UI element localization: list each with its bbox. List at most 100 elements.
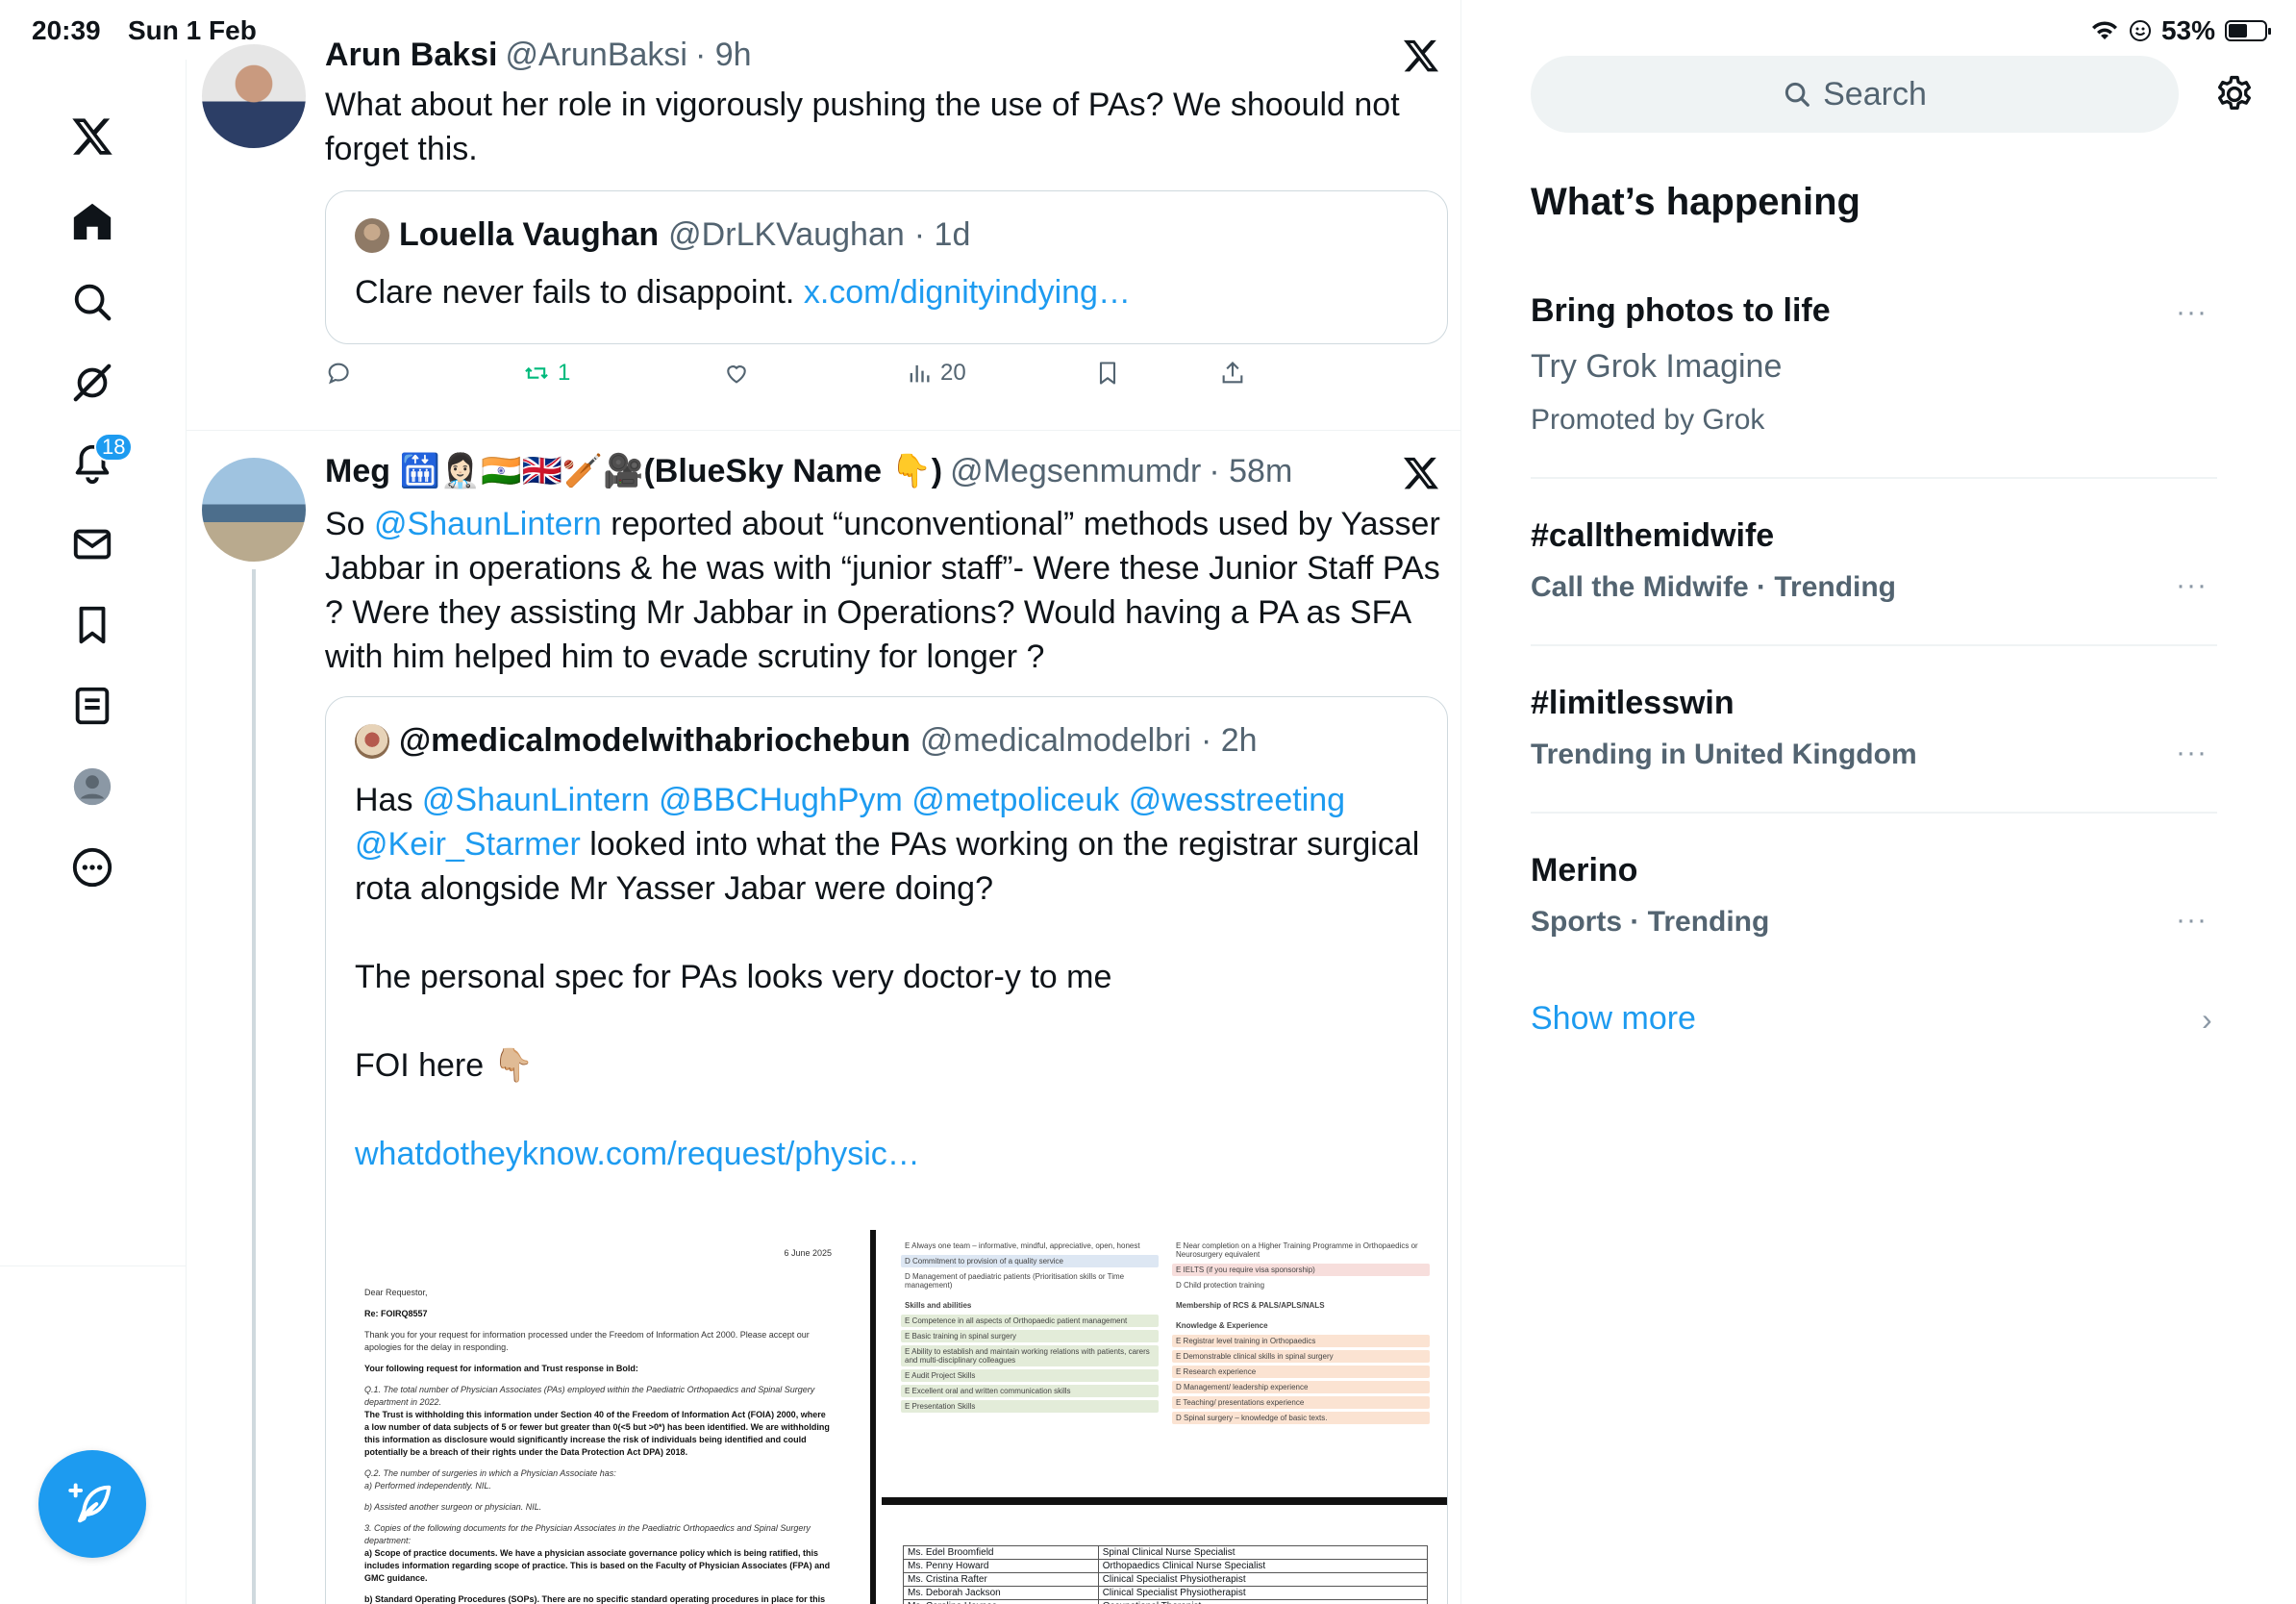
quote-link[interactable]: x.com/dignityindying… bbox=[804, 274, 1131, 311]
reply-button[interactable] bbox=[325, 360, 360, 387]
more-options-icon[interactable]: ··· bbox=[2176, 296, 2208, 329]
mention-link[interactable]: @Keir_Starmer bbox=[355, 826, 581, 863]
views-button[interactable]: 20 bbox=[906, 360, 966, 387]
tweet[interactable]: Meg 🛗👩🏻‍⚕️🇮🇳🇬🇧🏏🎥(BlueSky Name 👇) @Megsen… bbox=[187, 431, 1460, 1604]
spec-row: E Basic training in spinal surgery bbox=[901, 1330, 1159, 1342]
tweet-text-part: So bbox=[325, 506, 375, 542]
chevron-right-icon: › bbox=[2202, 1002, 2212, 1037]
spec-row: D Spinal surgery – knowledge of basic te… bbox=[1172, 1412, 1430, 1424]
gear-icon[interactable] bbox=[2213, 73, 2256, 115]
reply-icon bbox=[328, 363, 349, 385]
search-icon bbox=[1785, 82, 1809, 107]
lists-icon[interactable] bbox=[60, 673, 125, 739]
quote-text: FOI here 👇🏼 bbox=[355, 1047, 534, 1084]
notifications-icon[interactable]: 18 bbox=[60, 431, 134, 496]
avatar[interactable] bbox=[202, 44, 306, 148]
quoted-tweet[interactable]: @medicalmodelwithabriochebun @medicalmod… bbox=[325, 696, 1448, 1604]
table-cell: Orthopaedics Clinical Nurse Specialist bbox=[1097, 1559, 1429, 1573]
search-input[interactable]: Search bbox=[1531, 56, 2179, 133]
staff-table-image[interactable]: Ms. Edel Broomfield Spinal Clinical Nurse… bbox=[882, 1497, 1447, 1604]
share-button[interactable] bbox=[1219, 360, 1246, 387]
search-icon[interactable] bbox=[60, 269, 125, 335]
quoted-tweet[interactable]: Louella Vaughan @DrLKVaughan · 1d Clare … bbox=[325, 190, 1448, 344]
letter-line: Your following request for information a… bbox=[364, 1363, 832, 1375]
x-logo-icon[interactable] bbox=[60, 104, 125, 169]
compose-button[interactable] bbox=[38, 1450, 146, 1558]
letter-date: 6 June 2025 bbox=[784, 1248, 832, 1258]
trend-item[interactable]: Merino Sports · Trending ··· bbox=[1531, 814, 2217, 981]
author-name[interactable]: Meg 🛗👩🏻‍⚕️🇮🇳🇬🇧🏏🎥(BlueSky Name 👇) bbox=[325, 452, 942, 490]
avatar bbox=[355, 723, 389, 759]
foi-letter-image[interactable]: 6 June 2025 Dear Requestor, Re: FOIRQ855… bbox=[326, 1230, 876, 1604]
spec-column-right: E Near completion on a Higher Training P… bbox=[1172, 1240, 1430, 1427]
author-handle[interactable]: @Megsenmumdr bbox=[950, 453, 1201, 490]
more-icon[interactable] bbox=[60, 835, 125, 900]
letter-line: b) Standard Operating Procedures (SOPs).… bbox=[364, 1593, 832, 1604]
right-sidebar: Search What’s happening Bring photos to … bbox=[1461, 0, 2296, 1604]
author-handle: @DrLKVaughan bbox=[668, 216, 905, 253]
letter-line: b) Assisted another surgeon or physician… bbox=[364, 1501, 832, 1514]
trend-item[interactable]: Bring photos to life Try Grok Imagine Pr… bbox=[1531, 288, 2217, 479]
author-name: Louella Vaughan bbox=[399, 216, 660, 253]
staff-table: Ms. Edel Broomfield Spinal Clinical Nurse… bbox=[903, 1545, 1429, 1604]
table-cell: Clinical Specialist Physiotherapist bbox=[1097, 1586, 1429, 1600]
attached-images[interactable]: 6 June 2025 Dear Requestor, Re: FOIRQ855… bbox=[326, 1230, 1447, 1604]
author-handle[interactable]: @ArunBaksi bbox=[506, 37, 687, 74]
quote-text: Has @ShaunLintern @BBCHughPym @metpolice… bbox=[355, 778, 1422, 911]
quote-text: The personal spec for PAs looks very doc… bbox=[355, 959, 1112, 995]
bookmarks-icon[interactable] bbox=[60, 592, 125, 658]
trend-name: Bring photos to life bbox=[1531, 292, 1831, 329]
messages-icon[interactable] bbox=[60, 512, 125, 577]
letter-line: Q.2. The number of surgeries in which a … bbox=[364, 1467, 832, 1492]
more-options-icon[interactable]: ··· bbox=[2176, 904, 2208, 937]
home-icon[interactable] bbox=[60, 188, 125, 254]
letter-bold: The Trust is withholding this informatio… bbox=[364, 1410, 830, 1457]
tweet[interactable]: Arun Baksi @ArunBaksi · 9h What about he… bbox=[187, 13, 1460, 431]
show-more-link[interactable]: Show more bbox=[1531, 1000, 1696, 1038]
x-logo-icon bbox=[1404, 39, 1438, 72]
spec-row: Skills and abilities bbox=[905, 1301, 972, 1310]
tweet-time[interactable]: · 58m bbox=[1209, 453, 1292, 490]
timeline: Arun Baksi @ArunBaksi · 9h What about he… bbox=[187, 0, 1461, 1604]
tweet-time[interactable]: · 9h bbox=[695, 37, 752, 74]
tweet-header: Arun Baksi @ArunBaksi · 9h bbox=[325, 37, 752, 74]
retweet-button[interactable]: 1 bbox=[523, 360, 570, 387]
quote-link[interactable]: whatdotheyknow.com/request/physic… bbox=[355, 1132, 1422, 1176]
more-options-icon[interactable]: ··· bbox=[2176, 569, 2208, 602]
spec-row: E Registrar level training in Orthopaedi… bbox=[1172, 1335, 1430, 1347]
quote-text: Clare never fails to disappoint. x.com/d… bbox=[355, 270, 1422, 314]
letter-bold: a) Scope of practice documents. We have … bbox=[364, 1548, 831, 1583]
search-placeholder: Search bbox=[1823, 75, 1927, 113]
bookmark-button[interactable] bbox=[1094, 360, 1121, 387]
like-button[interactable] bbox=[723, 360, 758, 387]
table-cell: Ms. Penny Howard bbox=[903, 1559, 1099, 1573]
quote-body: Has bbox=[355, 782, 422, 818]
author-handle: @medicalmodelbri bbox=[919, 722, 1191, 759]
spec-row: D Commitment to provision of a quality s… bbox=[901, 1255, 1159, 1267]
spec-row: E Competence in all aspects of Orthopaed… bbox=[901, 1315, 1159, 1327]
tweet-text: What about her role in vigorously pushin… bbox=[325, 87, 1400, 167]
table-row: Ms. Edel Broomfield Spinal Clinical Nurse… bbox=[903, 1545, 1429, 1560]
avatar[interactable] bbox=[202, 458, 306, 562]
letter-italic: Q.1. The total number of Physician Assoc… bbox=[364, 1385, 815, 1407]
mention-link[interactable]: @ShaunLintern bbox=[374, 506, 602, 542]
thread-line bbox=[252, 569, 256, 1604]
table-cell: Spinal Clinical Nurse Specialist bbox=[1097, 1545, 1429, 1560]
person-spec-image[interactable]: E Always one team – informative, mindful… bbox=[882, 1230, 1447, 1491]
table-cell: Ms. Edel Broomfield bbox=[903, 1545, 1099, 1560]
retweet-icon bbox=[525, 366, 548, 380]
tweet-actions: 1 20 bbox=[325, 360, 1286, 398]
letter-bold: Your following request for information a… bbox=[364, 1364, 638, 1373]
letter-line: Thank you for your request for informati… bbox=[364, 1330, 810, 1352]
trend-item[interactable]: #callthemidwife Call the Midwife · Trend… bbox=[1531, 479, 2217, 646]
more-options-icon[interactable]: ··· bbox=[2176, 737, 2208, 769]
table-row: Ms. Cristina Rafter Clinical Specialist P… bbox=[903, 1572, 1429, 1587]
trend-item[interactable]: #limitlesswin Trending in United Kingdom… bbox=[1531, 646, 2217, 814]
grok-icon[interactable] bbox=[60, 350, 125, 415]
spec-grid: E Always one team – informative, mindful… bbox=[901, 1240, 1430, 1427]
profile-icon[interactable] bbox=[60, 754, 125, 819]
tweet-text: So @ShaunLintern reported about “unconve… bbox=[325, 502, 1448, 679]
mention-link[interactable]: @ShaunLintern @BBCHughPym @metpoliceuk @… bbox=[422, 782, 1345, 818]
author-name[interactable]: Arun Baksi bbox=[325, 37, 498, 74]
spec-row: E Near completion on a Higher Training P… bbox=[1176, 1241, 1418, 1259]
